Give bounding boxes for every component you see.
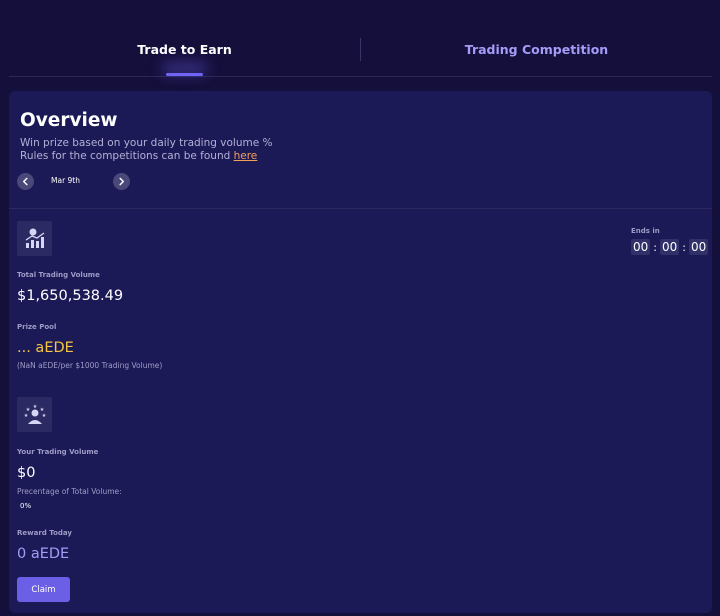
your-volume-label: Your Trading Volume (17, 448, 99, 456)
total-volume-value: $1,650,538.49 (17, 288, 124, 304)
reward-label: Reward Today (17, 529, 72, 537)
star-user-svg: ★ ★ ★ ★ ★ (23, 404, 46, 424)
countdown-timer: 00 : 00 : 00 (631, 239, 709, 255)
star-user-icon: ★ ★ ★ ★ ★ (17, 397, 52, 432)
total-volume-label: Total Trading Volume (17, 271, 100, 279)
rules-text: Rules for the competitions can be found … (20, 150, 257, 162)
tab-trading-competition-label: Trading Competition (464, 42, 609, 57)
svg-text:★: ★ (41, 413, 46, 419)
ends-in-label: Ends in (631, 227, 660, 235)
countdown-seconds: 00 (689, 239, 709, 255)
section-divider (9, 208, 712, 209)
active-tab-indicator (166, 73, 203, 76)
next-date-button[interactable] (113, 173, 130, 190)
chart-user-icon (17, 221, 52, 256)
chevron-left-icon (22, 177, 28, 186)
countdown-minutes: 00 (660, 239, 680, 255)
overview-card: Overview Win prize based on your daily t… (9, 91, 712, 613)
countdown-separator: : (682, 240, 686, 254)
prize-rate-note: (NaN aEDE/per $1000 Trading Volume) (17, 361, 163, 370)
tab-trade-to-earn-label: Trade to Earn (137, 42, 232, 57)
claim-button[interactable]: Claim (17, 577, 70, 602)
percentage-value: 0% (20, 502, 32, 510)
overview-description: Win prize based on your daily trading vo… (20, 137, 273, 149)
reward-value: 0 aEDE (17, 546, 70, 562)
prize-pool-label: Prize Pool (17, 323, 57, 331)
svg-text:★: ★ (32, 404, 37, 410)
your-volume-value: $0 (17, 465, 36, 481)
tab-trade-to-earn[interactable]: Trade to Earn (9, 30, 360, 76)
svg-text:★: ★ (23, 413, 28, 419)
overview-title: Overview (20, 110, 118, 131)
chevron-right-icon (119, 177, 125, 186)
prev-date-button[interactable] (17, 173, 34, 190)
rules-link[interactable]: here (234, 150, 258, 162)
tab-bar: Trade to Earn Trading Competition (9, 30, 712, 77)
chart-user-svg (25, 228, 44, 248)
countdown-separator: : (653, 240, 657, 254)
percentage-label: Precentage of Total Volume: (17, 487, 122, 496)
countdown-hours: 00 (631, 239, 651, 255)
prize-pool-value: ... aEDE (17, 340, 74, 356)
selected-date: Mar 9th (51, 176, 81, 185)
rules-text-prefix: Rules for the competitions can be found (20, 150, 234, 162)
tab-trading-competition[interactable]: Trading Competition (361, 30, 712, 76)
